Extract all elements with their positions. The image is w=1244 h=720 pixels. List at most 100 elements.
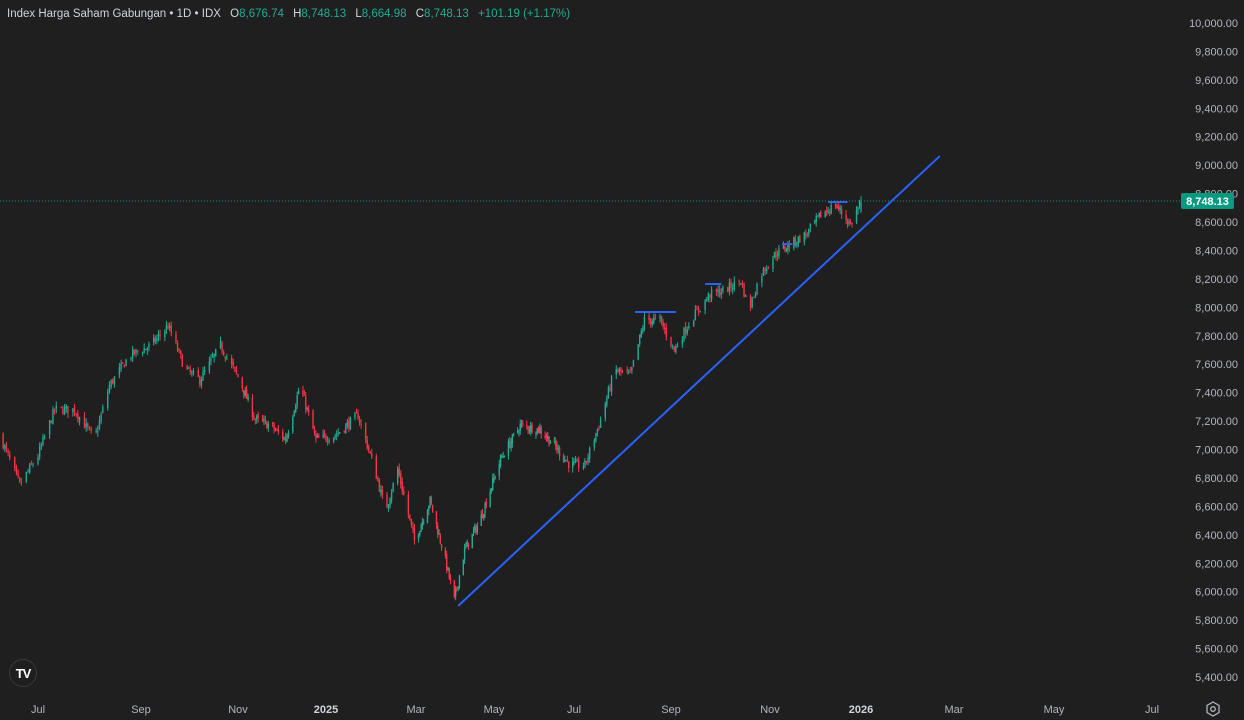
candles xyxy=(2,196,862,601)
candle-body xyxy=(167,326,169,329)
candle-body xyxy=(100,414,102,422)
candle-body xyxy=(772,258,774,269)
y-axis[interactable]: 10,000.00 9,800.00 9,600.00 9,400.00 9,200.0… xyxy=(1189,18,1238,684)
candle-body xyxy=(276,429,278,431)
candle-body xyxy=(686,329,688,334)
tradingview-logo-icon[interactable]: TV xyxy=(9,659,37,687)
candle-body xyxy=(463,547,466,560)
candle-body xyxy=(254,419,257,421)
candle-body xyxy=(282,431,284,439)
candle-body xyxy=(135,349,137,353)
candle-body xyxy=(568,461,570,468)
x-tick-label: Nov xyxy=(228,704,248,716)
y-tick-label: 7,200.00 xyxy=(1195,416,1238,428)
candle-body xyxy=(722,286,724,292)
candle-body xyxy=(407,494,410,515)
candle-body xyxy=(699,310,701,312)
x-tick-label: Jul xyxy=(567,704,581,716)
candle-body xyxy=(809,224,811,228)
candle-body xyxy=(125,359,127,366)
candle-body xyxy=(335,434,338,436)
candle-body xyxy=(761,275,763,283)
candle-body xyxy=(476,525,479,533)
candle-body xyxy=(346,422,349,426)
candle-body xyxy=(445,554,448,570)
candle-body xyxy=(846,220,849,225)
x-axis[interactable]: Jul Sep Nov 2025 Mar May Jul Sep Nov 2026 Mar May Ju… xyxy=(31,704,1159,716)
candle-body xyxy=(180,351,182,355)
candle-body xyxy=(392,483,394,492)
candle-body xyxy=(471,533,473,549)
candle-body xyxy=(438,533,440,535)
candle-body xyxy=(377,477,379,481)
symbol-legend: Index Harga Saham Gabungan • 1D • IDX O8… xyxy=(7,8,570,20)
candle-body xyxy=(849,222,852,224)
drawings[interactable] xyxy=(457,155,941,607)
candle-body xyxy=(52,409,54,425)
candle-body xyxy=(785,248,788,252)
candle-body xyxy=(428,506,430,511)
candle-body xyxy=(522,423,524,425)
candle-body xyxy=(53,408,56,411)
y-tick-label: 6,400.00 xyxy=(1195,530,1238,542)
candle-body xyxy=(573,461,575,463)
candle-body xyxy=(48,420,51,435)
candle-body xyxy=(520,423,523,425)
candle-body xyxy=(261,418,264,421)
candle-body xyxy=(274,430,277,432)
candle-body xyxy=(766,268,768,272)
y-tick-label: 9,800.00 xyxy=(1195,46,1238,58)
candle-body xyxy=(710,289,713,300)
candle-body xyxy=(585,461,588,463)
y-tick-label: 8,600.00 xyxy=(1195,217,1238,229)
candle-body xyxy=(564,458,566,462)
candle-body xyxy=(489,491,491,508)
candle-body xyxy=(387,504,390,510)
candle-body xyxy=(267,424,269,428)
candle-body xyxy=(738,280,740,282)
candle-body xyxy=(848,221,850,223)
candle-body xyxy=(389,498,391,506)
candle-body xyxy=(694,309,697,321)
price-chart[interactable]: 10,000.00 9,800.00 9,600.00 9,400.00 9,200.0… xyxy=(0,0,1244,720)
candle-body xyxy=(501,456,503,458)
candle-body xyxy=(673,346,675,351)
candle-body xyxy=(629,371,632,373)
candle-body xyxy=(439,534,441,544)
candle-body xyxy=(153,337,155,343)
candle-body xyxy=(793,237,795,249)
x-tick-label: Mar xyxy=(945,704,964,716)
candle-body xyxy=(598,427,600,429)
candle-body xyxy=(87,423,89,427)
candle-body xyxy=(474,526,476,531)
candle-body xyxy=(112,379,114,384)
symbol-name[interactable]: Index Harga Saham Gabungan xyxy=(7,8,166,20)
candle-body xyxy=(510,441,512,449)
candle-body xyxy=(799,235,801,243)
candle-body xyxy=(539,428,541,433)
candle-body xyxy=(715,288,718,292)
candle-body xyxy=(574,460,577,463)
candle-body xyxy=(108,384,111,393)
candle-body xyxy=(808,228,810,234)
candle-body xyxy=(234,366,236,369)
candle-body xyxy=(502,455,504,457)
candle-body xyxy=(15,467,18,473)
candle-body xyxy=(651,321,653,325)
gear-icon[interactable] xyxy=(1205,701,1221,717)
open-value: 8,676.74 xyxy=(239,8,284,20)
candle-body xyxy=(631,366,633,371)
candle-body xyxy=(73,406,76,413)
candle-body xyxy=(509,441,511,448)
candle-body xyxy=(123,364,126,368)
candle-body xyxy=(430,497,433,504)
candle-body xyxy=(273,424,275,430)
candle-body xyxy=(264,419,267,421)
candle-body xyxy=(292,416,294,432)
candle-body xyxy=(492,478,494,491)
interval[interactable]: 1D xyxy=(177,8,192,20)
candle-body xyxy=(576,460,578,462)
logo-text: TV xyxy=(15,665,32,681)
candle-body xyxy=(472,531,475,533)
candle-body xyxy=(653,318,655,323)
